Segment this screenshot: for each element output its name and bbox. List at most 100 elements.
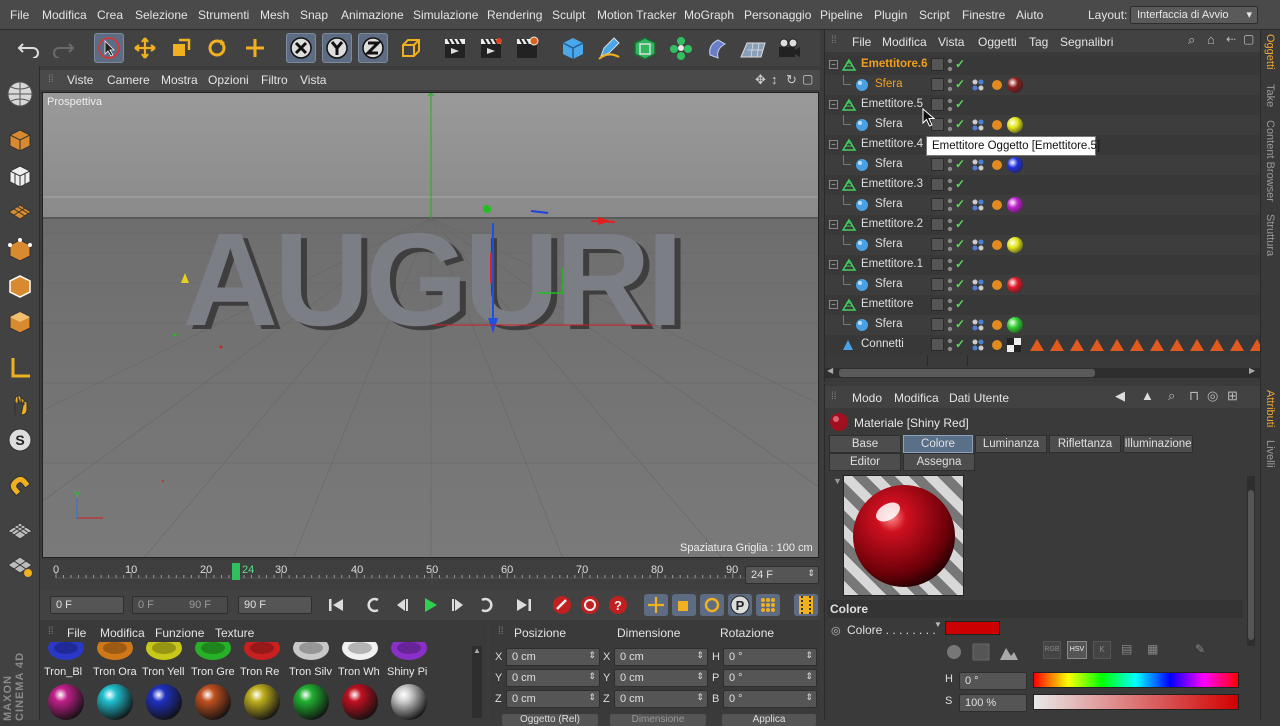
material-swatch[interactable] bbox=[338, 682, 382, 722]
material-swatch[interactable] bbox=[387, 682, 431, 722]
object-name[interactable]: Connetti bbox=[861, 338, 904, 350]
editor-render-dots-icon[interactable] bbox=[946, 337, 954, 353]
axis-x-button[interactable] bbox=[286, 33, 316, 63]
spectrum-icon[interactable]: ▦ bbox=[1147, 642, 1158, 656]
visibility-control[interactable] bbox=[931, 278, 944, 291]
home-icon[interactable]: ⌂ bbox=[1207, 32, 1215, 47]
pen-spline-button[interactable] bbox=[594, 33, 624, 63]
scroll-up-icon[interactable]: ▲ bbox=[473, 646, 481, 655]
object-row-emitter[interactable]: − Emettitore.3 ✓ bbox=[825, 175, 1261, 195]
material-swatch[interactable] bbox=[142, 682, 186, 722]
object-name[interactable]: Emettitore.2 bbox=[861, 218, 923, 230]
collapse-toggle-icon[interactable]: − bbox=[829, 220, 838, 229]
object-row-sphere[interactable]: Sfera ✓ bbox=[825, 195, 1261, 215]
workplane-grid-button[interactable] bbox=[4, 514, 36, 546]
collapse-toggle-icon[interactable]: − bbox=[829, 300, 838, 309]
start-frame-field[interactable]: 0 F bbox=[50, 596, 124, 614]
axis-mode-button[interactable] bbox=[4, 352, 36, 384]
side-tab-struttura[interactable]: Struttura bbox=[1264, 214, 1276, 256]
material-swatch[interactable]: Tron Re bbox=[240, 642, 284, 682]
polygons-mode-button[interactable] bbox=[4, 306, 36, 338]
enabled-check-icon[interactable]: ✓ bbox=[955, 237, 965, 251]
attr-tab-illuminazione[interactable]: Illuminazione bbox=[1123, 435, 1193, 453]
snap-button[interactable]: S bbox=[4, 424, 36, 456]
collapse-toggle-icon[interactable]: − bbox=[829, 100, 838, 109]
material-swatch[interactable] bbox=[240, 682, 284, 722]
visibility-control[interactable] bbox=[931, 298, 944, 311]
next-frame-button[interactable] bbox=[446, 594, 470, 616]
transform-tool-button[interactable] bbox=[240, 33, 270, 63]
visibility-control[interactable] bbox=[931, 158, 944, 171]
warning-tag-icon[interactable] bbox=[1050, 339, 1064, 351]
camera-button[interactable] bbox=[774, 33, 804, 63]
enabled-check-icon[interactable]: ✓ bbox=[955, 277, 965, 291]
move-tool-button[interactable] bbox=[130, 33, 160, 63]
mat-menu-funzione[interactable]: Funzione bbox=[155, 626, 204, 640]
undo-button[interactable] bbox=[14, 33, 44, 63]
side-tab-take[interactable]: Take bbox=[1264, 84, 1276, 107]
object-name[interactable]: Sfera bbox=[875, 238, 903, 250]
tweak-mode-button[interactable] bbox=[4, 388, 36, 420]
obj-menu-tag[interactable]: Tag bbox=[1029, 35, 1048, 49]
material-tag[interactable] bbox=[1007, 197, 1023, 213]
rotation-field[interactable]: 0 ° ⇕ bbox=[723, 669, 817, 687]
warning-tag-icon[interactable] bbox=[1110, 339, 1124, 351]
axis-y-button[interactable] bbox=[322, 33, 352, 63]
vp-menu-filtro[interactable]: Filtro bbox=[261, 73, 288, 87]
material-tag[interactable] bbox=[1007, 77, 1023, 93]
menu-simulazione[interactable]: Simulazione bbox=[413, 8, 478, 22]
object-row-emitter[interactable]: − Emettitore.1 ✓ bbox=[825, 255, 1261, 275]
attr-menu-modifica[interactable]: Modifica bbox=[894, 391, 939, 405]
position-field[interactable]: 0 cm ⇕ bbox=[506, 669, 600, 687]
sphere-tag-icon[interactable] bbox=[991, 279, 1003, 291]
maximize-icon[interactable]: ▢ bbox=[1243, 32, 1254, 46]
size-mode-select[interactable]: Dimensione bbox=[610, 714, 706, 726]
key-rotation-button[interactable] bbox=[700, 594, 724, 616]
menu-mograph[interactable]: MoGraph bbox=[684, 8, 734, 22]
side-tab-oggetti[interactable]: Oggetti bbox=[1264, 34, 1276, 69]
h-field[interactable]: 0 ° bbox=[959, 672, 1027, 690]
object-name[interactable]: Sfera bbox=[875, 318, 903, 330]
warning-tag-icon[interactable] bbox=[1230, 339, 1244, 351]
enabled-check-icon[interactable]: ✓ bbox=[955, 57, 965, 71]
enabled-check-icon[interactable]: ✓ bbox=[955, 117, 965, 131]
timeline-window-button[interactable] bbox=[794, 594, 818, 616]
magnet-button[interactable] bbox=[4, 470, 36, 502]
size-field[interactable]: 0 cm ⇕ bbox=[614, 690, 708, 708]
next-keyframe-button[interactable] bbox=[474, 594, 498, 616]
position-field[interactable]: 0 cm ⇕ bbox=[506, 690, 600, 708]
playhead-marker[interactable] bbox=[232, 563, 240, 580]
menu-crea[interactable]: Crea bbox=[97, 8, 123, 22]
visibility-control[interactable] bbox=[931, 218, 944, 231]
menu-snap[interactable]: Snap bbox=[300, 8, 328, 22]
enabled-check-icon[interactable]: ✓ bbox=[955, 317, 965, 331]
material-swatch[interactable]: Tron Gre bbox=[191, 642, 235, 682]
phong-tag-icon[interactable] bbox=[971, 158, 985, 172]
material-swatch[interactable] bbox=[93, 682, 137, 722]
color-swatch[interactable] bbox=[945, 621, 1000, 635]
warning-tag-icon[interactable] bbox=[1170, 339, 1184, 351]
object-row-sphere[interactable]: Sfera ✓ bbox=[825, 315, 1261, 335]
sphere-tag-icon[interactable] bbox=[991, 79, 1003, 91]
phong-tag-icon[interactable] bbox=[971, 338, 985, 352]
scroll-right-icon[interactable]: ▶ bbox=[1249, 366, 1255, 375]
mat-menu-modifica[interactable]: Modifica bbox=[100, 626, 145, 640]
visibility-control[interactable] bbox=[931, 258, 944, 271]
rotation-field[interactable]: 0 ° ⇕ bbox=[723, 648, 817, 666]
viewport-rotate-icon[interactable]: ↻ bbox=[786, 72, 797, 88]
obj-menu-oggetti[interactable]: Oggetti bbox=[978, 35, 1017, 49]
object-name[interactable]: Emettitore.6 bbox=[861, 58, 927, 70]
coord-mode-select[interactable]: Oggetto (Rel) bbox=[502, 714, 598, 726]
viewport-zoom-icon[interactable]: ↕ bbox=[771, 72, 778, 87]
enabled-check-icon[interactable]: ✓ bbox=[955, 337, 965, 351]
obj-menu-file[interactable]: File bbox=[852, 35, 871, 49]
attr-scrollbar[interactable] bbox=[1247, 476, 1255, 646]
editor-render-dots-icon[interactable] bbox=[946, 277, 954, 293]
phong-tag-icon[interactable] bbox=[971, 78, 985, 92]
editor-render-dots-icon[interactable] bbox=[946, 157, 954, 173]
select-tool-button[interactable] bbox=[94, 33, 124, 63]
attr-tab-riflettanza[interactable]: Riflettanza bbox=[1049, 435, 1121, 453]
editor-render-dots-icon[interactable] bbox=[946, 57, 954, 73]
obj-menu-vista[interactable]: Vista bbox=[938, 35, 964, 49]
sphere-tag-icon[interactable] bbox=[991, 239, 1003, 251]
